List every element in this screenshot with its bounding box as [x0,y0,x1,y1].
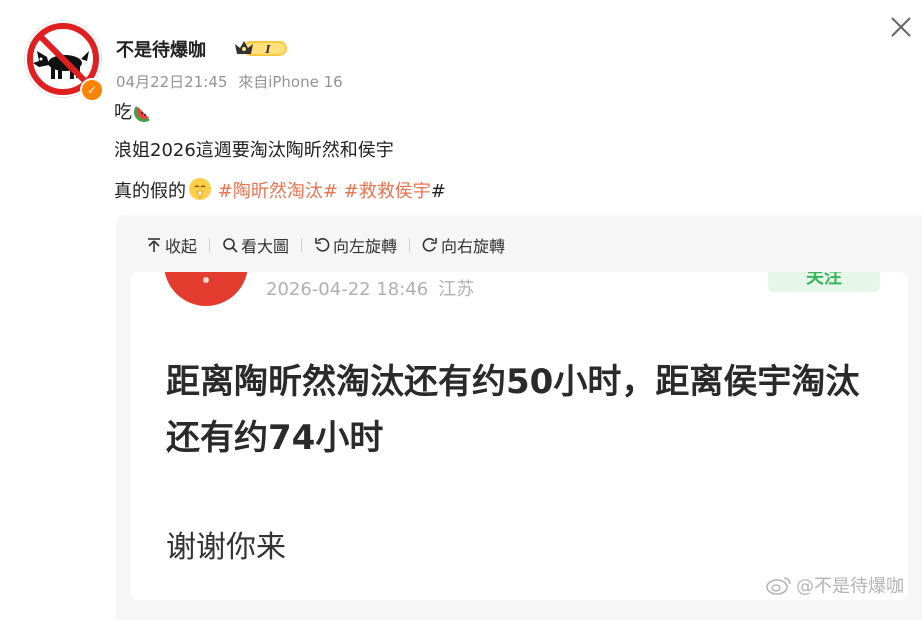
pray-emoji [188,177,212,208]
image-watermark: @不是待爆咖 [766,572,904,598]
post-timestamp[interactable]: 04月22日21:45 [116,73,227,91]
search-icon [223,238,238,253]
image-thanks-text: 谢谢你来 [166,530,286,565]
close-icon[interactable] [888,14,914,40]
toolbar-divider [301,238,303,252]
image-avatar [164,272,248,306]
post-source: 來自iPhone 16 [238,73,343,91]
view-large-button[interactable]: 看大圖 [222,233,289,257]
verified-icon: ✓ [80,78,104,102]
post-text-line3: 真的假的 #陶昕然淘汰# #救救侯宇# [114,177,446,208]
collapse-button[interactable]: 收起 [146,233,197,257]
hashtag-link[interactable]: #陶昕然淘汰# [218,181,338,202]
post-text-line1: 吃 [114,101,154,129]
rotate-left-icon [315,238,330,252]
hashtag-link[interactable]: #救救侯宇 [344,181,431,202]
post-meta: 04月22日21:45 來自iPhone 16 [116,71,349,92]
post-image[interactable]: 2026-04-22 18:46 江苏 关注 距离陶昕然淘汰还有约50小时，距离侯… [130,272,908,600]
image-meta: 2026-04-22 18:46 江苏 [266,279,475,300]
level-crown-icon[interactable]: I [233,37,289,59]
post-text-line2: 浪姐2026這週要淘汰陶昕然和侯宇 [114,140,394,161]
watermelon-emoji [134,102,154,129]
rotate-right-button[interactable]: 向右旋轉 [422,233,505,257]
username[interactable]: 不是待爆咖 [116,36,206,62]
toolbar-divider [409,238,411,252]
image-main-text: 距离陶昕然淘汰还有约50小时，距离侯宇淘汰还有约74小时 [166,362,860,458]
svg-text:I: I [264,43,271,56]
weibo-logo-icon [766,577,791,595]
toolbar-divider [209,238,211,252]
image-follow-button: 关注 [768,272,880,292]
image-toolbar: 收起 看大圖 向左旋轉 向右旋轉 [146,233,505,257]
hashtag-suffix: # [430,181,446,202]
collapse-icon [148,238,160,252]
rotate-right-icon [422,238,437,252]
image-viewer: 收起 看大圖 向左旋轉 向右旋轉 2026-04-22 18:46 江苏 关注 … [116,215,922,620]
rotate-left-button[interactable]: 向左旋轉 [314,233,397,257]
